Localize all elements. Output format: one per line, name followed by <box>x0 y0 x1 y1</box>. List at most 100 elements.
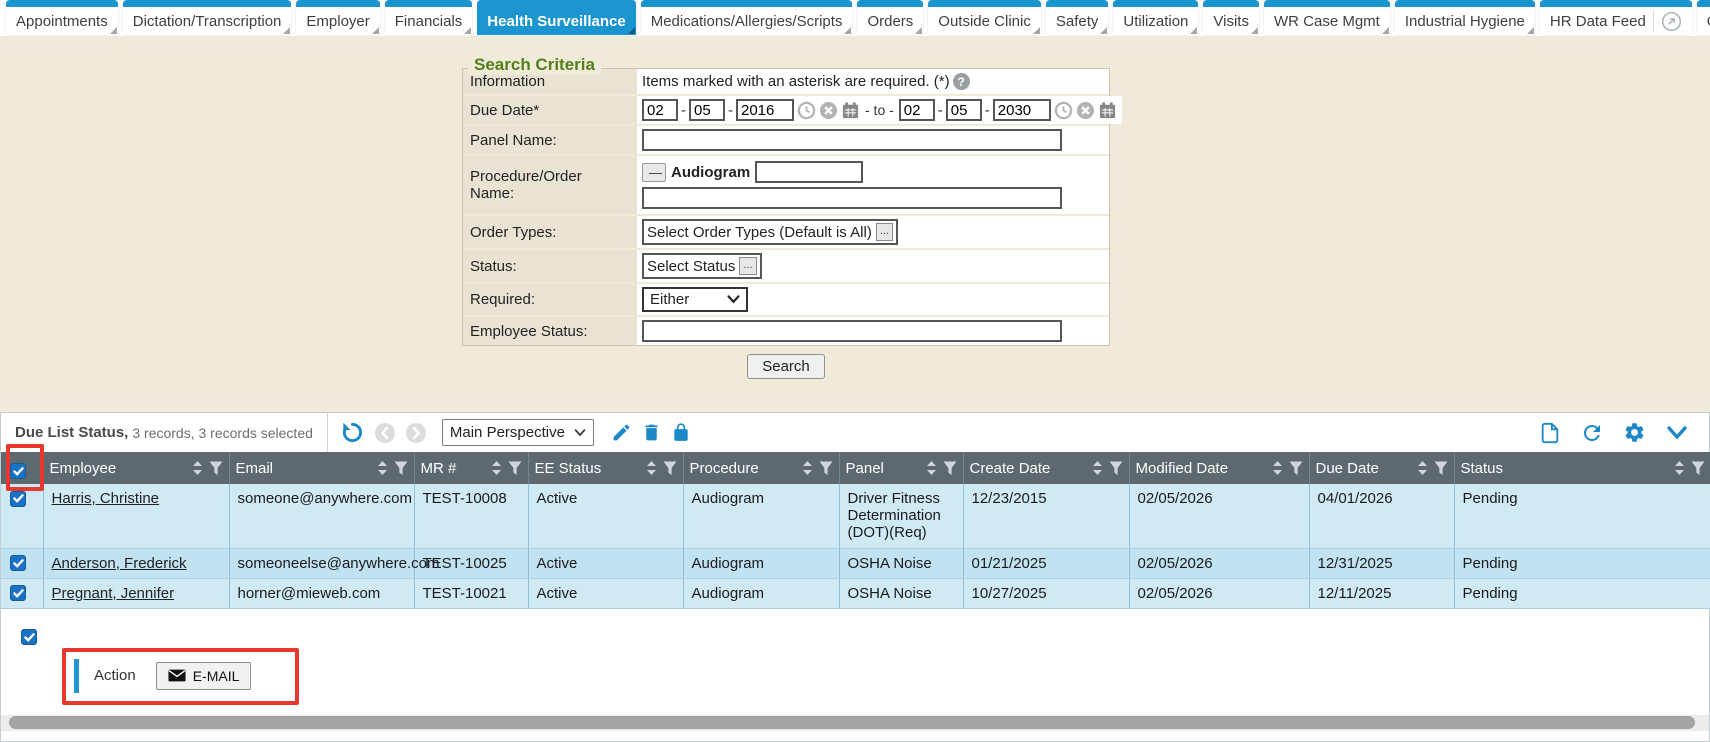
column-header-mr[interactable]: MR # <box>414 452 528 484</box>
gear-icon[interactable] <box>1623 421 1646 444</box>
filter-funnel-icon[interactable] <box>1434 461 1448 476</box>
horizontal-scrollbar-thumb[interactable] <box>9 716 1695 729</box>
tab-dictation-transcription[interactable]: Dictation/Transcription <box>123 0 292 35</box>
tab-medications-allergies-scripts[interactable]: Medications/Allergies/Scripts <box>641 0 853 35</box>
horizontal-scrollbar-track[interactable] <box>1 715 1709 731</box>
refresh-icon[interactable] <box>1580 421 1604 445</box>
tab-outside-clinic[interactable]: Outside Clinic <box>928 0 1041 35</box>
row-checkbox[interactable] <box>10 555 26 571</box>
calendar-icon[interactable] <box>1098 101 1117 120</box>
select-all-checkbox[interactable] <box>10 463 26 479</box>
column-header-panel[interactable]: Panel <box>839 452 963 484</box>
tab-employer[interactable]: Employer <box>296 0 379 35</box>
sort-icon[interactable] <box>377 460 388 476</box>
tab-health-surveillance[interactable]: Health Surveillance <box>477 0 635 35</box>
filter-funnel-icon[interactable] <box>1691 461 1705 476</box>
search-button[interactable]: Search <box>747 354 825 379</box>
due-from-month-input[interactable] <box>642 99 678 121</box>
filter-funnel-icon[interactable] <box>209 461 223 476</box>
due-from-year-input[interactable] <box>736 99 794 121</box>
due-from-day-input[interactable] <box>689 99 725 121</box>
tab-industrial-hygiene[interactable]: Industrial Hygiene <box>1395 0 1535 35</box>
clear-icon[interactable] <box>819 101 838 120</box>
filter-funnel-icon[interactable] <box>394 461 408 476</box>
email-button[interactable]: E-MAIL <box>156 662 252 690</box>
employee-link[interactable]: Anderson, Frederick <box>52 555 187 572</box>
clock-icon[interactable] <box>797 101 816 120</box>
grid-records-count: 3 records, 3 records selected <box>132 425 313 441</box>
sort-icon[interactable] <box>1092 460 1103 476</box>
table-row[interactable]: Harris, Christine someone@anywhere.com T… <box>1 484 1710 548</box>
tab-hr-data-feed[interactable]: HR Data Feed <box>1540 0 1692 35</box>
employee-link[interactable]: Harris, Christine <box>52 490 160 507</box>
external-link-icon[interactable] <box>1661 11 1682 32</box>
required-select[interactable]: Either <box>642 287 748 312</box>
filter-funnel-icon[interactable] <box>819 461 833 476</box>
panel-name-input[interactable] <box>642 129 1062 151</box>
filter-funnel-icon[interactable] <box>663 461 677 476</box>
tab-orders[interactable]: Orders <box>857 0 923 35</box>
procedure-order-name-input[interactable] <box>642 187 1062 209</box>
column-label: EE Status <box>535 460 640 477</box>
column-header-procedure[interactable]: Procedure <box>683 452 839 484</box>
row-checkbox[interactable] <box>10 491 26 507</box>
tab-appointments[interactable]: Appointments <box>6 0 118 35</box>
remove-procedure-button[interactable]: — <box>642 163 666 182</box>
clock-icon[interactable] <box>1054 101 1073 120</box>
new-document-icon[interactable] <box>1539 421 1561 445</box>
status-ellipsis-button[interactable]: ... <box>739 257 756 275</box>
collapse-chevron-icon[interactable] <box>1665 424 1689 442</box>
filter-funnel-icon[interactable] <box>1109 461 1123 476</box>
column-header-create-date[interactable]: Create Date <box>963 452 1129 484</box>
calendar-icon[interactable] <box>841 101 860 120</box>
lock-icon[interactable] <box>671 422 691 443</box>
tab-utilization[interactable]: Utilization <box>1113 0 1198 35</box>
edit-pencil-icon[interactable] <box>611 422 632 443</box>
column-header-modified-date[interactable]: Modified Date <box>1129 452 1309 484</box>
order-types-ellipsis-button[interactable]: ... <box>876 223 893 241</box>
due-to-day-input[interactable] <box>946 99 982 121</box>
tab-visits[interactable]: Visits <box>1203 0 1259 35</box>
column-header-ee-status[interactable]: EE Status <box>528 452 683 484</box>
procedure-detail-input[interactable] <box>755 161 863 183</box>
help-icon[interactable]: ? <box>953 73 970 90</box>
footer-select-all-checkbox[interactable] <box>21 629 37 645</box>
tab-corner-fold-icon <box>1527 27 1534 34</box>
status-picker[interactable]: Select Status ... <box>642 253 762 279</box>
tab-wr-case-mgmt[interactable]: WR Case Mgmt <box>1264 0 1390 35</box>
clear-icon[interactable] <box>1076 101 1095 120</box>
order-types-picker[interactable]: Select Order Types (Default is All) ... <box>642 219 898 245</box>
column-header-due-date[interactable]: Due Date <box>1309 452 1454 484</box>
filter-funnel-icon[interactable] <box>943 461 957 476</box>
due-to-year-input[interactable] <box>993 99 1051 121</box>
sort-icon[interactable] <box>1417 460 1428 476</box>
chevron-down-icon <box>574 429 586 437</box>
sort-icon[interactable] <box>1674 460 1685 476</box>
sort-icon[interactable] <box>926 460 937 476</box>
column-header-email[interactable]: Email <box>229 452 414 484</box>
sort-icon[interactable] <box>646 460 657 476</box>
tab-financials[interactable]: Financials <box>385 0 473 35</box>
sort-icon[interactable] <box>192 460 203 476</box>
undo-icon[interactable] <box>340 420 365 445</box>
employee-link[interactable]: Pregnant, Jennifer <box>52 585 175 602</box>
tab-safety[interactable]: Safety <box>1046 0 1109 35</box>
employee-status-input[interactable] <box>642 320 1062 342</box>
row-checkbox[interactable] <box>10 585 26 601</box>
column-header-employee[interactable]: Employee <box>43 452 229 484</box>
column-header-status[interactable]: Status <box>1454 452 1710 484</box>
date-dash: - <box>681 102 686 119</box>
table-row[interactable]: Anderson, Frederick someoneelse@anywhere… <box>1 548 1710 578</box>
filter-funnel-icon[interactable] <box>1289 461 1303 476</box>
next-page-icon[interactable] <box>405 422 427 444</box>
tab-quality-of[interactable]: Quality of <box>1697 0 1710 35</box>
prev-page-icon[interactable] <box>374 422 396 444</box>
delete-trash-icon[interactable] <box>641 422 662 443</box>
sort-icon[interactable] <box>802 460 813 476</box>
due-to-month-input[interactable] <box>899 99 935 121</box>
perspective-select[interactable]: Main Perspective <box>442 419 594 446</box>
filter-funnel-icon[interactable] <box>508 461 522 476</box>
table-row[interactable]: Pregnant, Jennifer horner@mieweb.com TES… <box>1 578 1710 608</box>
sort-icon[interactable] <box>1272 460 1283 476</box>
sort-icon[interactable] <box>491 460 502 476</box>
